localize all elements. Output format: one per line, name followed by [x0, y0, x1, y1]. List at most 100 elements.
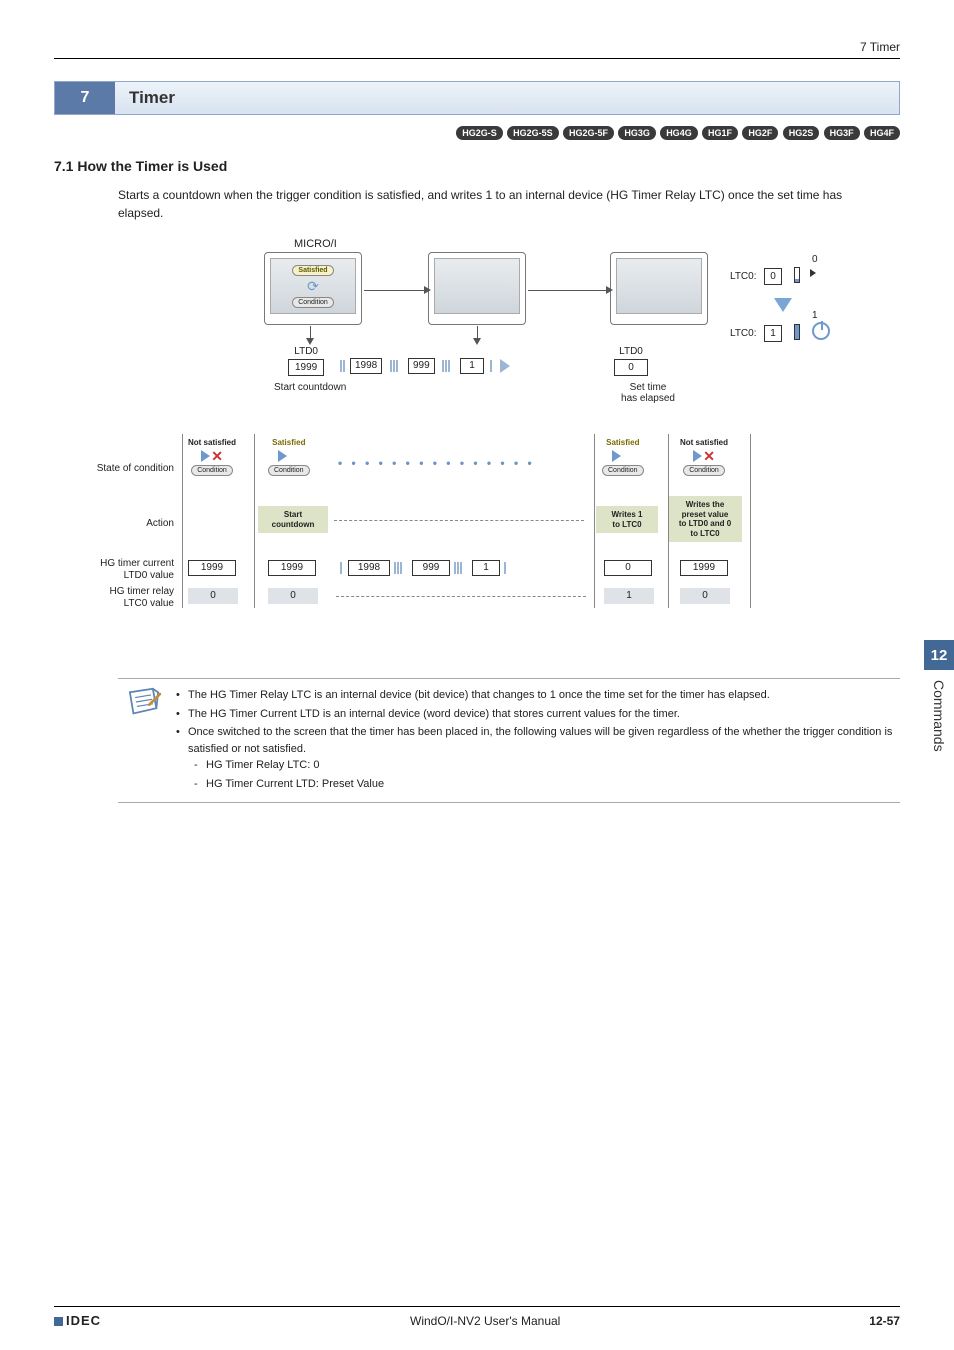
- dots-icon: • • • • • • • • • • • • • • •: [338, 456, 535, 470]
- hmi-screen-inner: [616, 258, 702, 314]
- play-icon: [500, 359, 510, 373]
- state-cell: Not satisfied ✕ Condition: [680, 438, 728, 476]
- not-satisfied-tag: Not satisfied: [680, 438, 728, 447]
- note-block: The HG Timer Relay LTC is an internal de…: [118, 678, 900, 803]
- brand-text: IDEC: [66, 1313, 101, 1328]
- model-badges: HG2G-S HG2G-5S HG2G-5F HG3G HG4G HG1F HG…: [54, 125, 900, 140]
- ltc-cell: 0: [188, 588, 238, 604]
- badge: HG4F: [864, 126, 900, 140]
- down-arrow-icon: [774, 298, 792, 312]
- ltd0-group: LTD0 0: [614, 346, 648, 376]
- ltd-cell: 999: [412, 560, 450, 576]
- stripe-icon: [340, 360, 345, 372]
- page-number: 12-57: [869, 1314, 900, 1328]
- section-title: Timer: [115, 82, 189, 114]
- set-time-label: Set time has elapsed: [610, 382, 686, 404]
- condition-oval: Condition: [292, 297, 334, 308]
- swap-icon: ✕: [201, 450, 223, 462]
- condition-oval: Condition: [268, 465, 310, 476]
- side-tab-label: Commands: [931, 670, 947, 752]
- arrow-head-icon: [424, 286, 431, 294]
- ltc0-label: LTC0:: [730, 271, 757, 282]
- state-cell: Satisfied Condition: [268, 438, 310, 476]
- seq-box: 1: [460, 358, 484, 374]
- badge: HG4G: [660, 126, 698, 140]
- stripe-icon: [504, 562, 506, 574]
- ltd-cell: 1998: [348, 560, 390, 576]
- arrow-head-icon: [606, 286, 613, 294]
- ltd-cell: 0: [604, 560, 652, 576]
- condition-oval: Condition: [191, 465, 233, 476]
- note-list: The HG Timer Relay LTC is an internal de…: [176, 687, 896, 794]
- badge: HG1F: [702, 126, 738, 140]
- side-tab: 12 Commands: [924, 640, 954, 850]
- badge: HG2G-5F: [563, 126, 614, 140]
- gauge-dial-icon: [812, 322, 830, 340]
- note-item: Once switched to the screen that the tim…: [176, 724, 896, 792]
- ltc-cell: 1: [604, 588, 654, 604]
- arrow-stem: [364, 290, 426, 291]
- stripe-icon: [394, 562, 402, 574]
- side-tab-number: 12: [924, 640, 954, 670]
- satisfied-tag: Satisfied: [272, 438, 305, 447]
- ltd-cell: 1999: [188, 560, 236, 576]
- micro-i-label: MICRO/I: [294, 238, 337, 250]
- hmi-screen-inner: Satisfied ⟳ Condition: [270, 258, 356, 314]
- seq-box: 999: [408, 358, 435, 374]
- note-subitem: HG Timer Relay LTC: 0: [188, 757, 896, 774]
- action-write: Writes 1 to LTC0: [596, 506, 658, 533]
- ltd0-caption: LTD0: [288, 346, 324, 357]
- state-cell: Not satisfied ✕ Condition: [188, 438, 236, 476]
- badge: HG3G: [618, 126, 656, 140]
- divider: [254, 434, 255, 608]
- condition-oval: Condition: [602, 465, 644, 476]
- divider: [594, 434, 595, 608]
- satisfied-tag: Satisfied: [606, 438, 639, 447]
- ltd-row-label: HG timer current LTD0 value: [64, 558, 174, 582]
- note-item-text: Once switched to the screen that the tim…: [188, 726, 892, 755]
- hmi-screen-inner: [434, 258, 520, 314]
- ltd-cell: 1999: [268, 560, 316, 576]
- ltc0-label: LTC0:: [730, 328, 757, 339]
- gauge-side-0: 0: [812, 254, 818, 265]
- state-of-condition-label: State of condition: [64, 463, 174, 474]
- divider: [182, 434, 183, 608]
- running-header: 7 Timer: [54, 40, 900, 59]
- hmi-screen-2: [428, 252, 526, 325]
- swap-icon: ✕: [693, 450, 715, 462]
- ltc-cell: 0: [680, 588, 730, 604]
- ltd-cell: 1999: [680, 560, 728, 576]
- note-item: The HG Timer Relay LTC is an internal de…: [176, 687, 896, 704]
- stripe-icon: [490, 360, 492, 372]
- condition-oval: Condition: [683, 465, 725, 476]
- divider: [668, 434, 669, 608]
- ltc-cell: 0: [268, 588, 318, 604]
- timer-diagram: MICRO/I Satisfied ⟳ Condition LTC0: 0 0 …: [54, 238, 900, 668]
- hmi-screen-1: Satisfied ⟳ Condition: [264, 252, 362, 325]
- swap-icon: [278, 450, 300, 462]
- ltc0-value: 1: [764, 325, 782, 342]
- start-countdown-label: Start countdown: [274, 382, 346, 393]
- ltd0-box: 1999: [288, 359, 324, 376]
- ltd0-group: LTD0 1999: [288, 346, 324, 376]
- dotted-line: [334, 520, 584, 521]
- brand-logo: IDEC: [54, 1313, 101, 1328]
- ltd0-caption: LTD0: [614, 346, 648, 357]
- stripe-icon: [340, 562, 342, 574]
- ltc0-value: 0: [764, 268, 782, 285]
- satisfied-label: Satisfied: [292, 265, 333, 276]
- gauge-side-1: 1: [812, 310, 818, 321]
- footer-center: WindO/I-NV2 User's Manual: [410, 1314, 560, 1328]
- action-start: Start countdown: [258, 506, 328, 533]
- seq-box: 1998: [350, 358, 382, 374]
- stripe-icon: [454, 562, 462, 574]
- section-number: 7: [55, 82, 115, 114]
- note-icon: [122, 687, 166, 794]
- action-label: Action: [64, 518, 174, 529]
- dotted-line: [336, 596, 586, 597]
- gauge-bar-full: [794, 324, 800, 340]
- arrow-head-icon: [306, 338, 314, 345]
- ltd-cell: 1: [472, 560, 500, 576]
- note-subitem: HG Timer Current LTD: Preset Value: [188, 776, 896, 793]
- ltd0-box: 0: [614, 359, 648, 376]
